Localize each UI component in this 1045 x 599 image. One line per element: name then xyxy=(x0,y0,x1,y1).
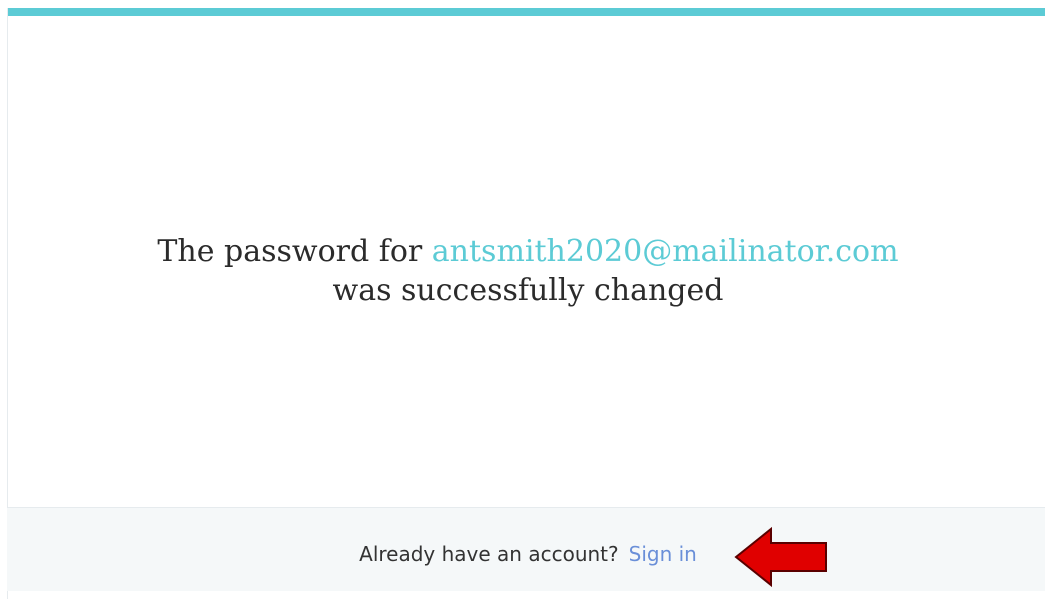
accent-bar xyxy=(8,8,1045,16)
page: The password for antsmith2020@mailinator… xyxy=(0,0,1045,599)
message-line-1: The password for antsmith2020@mailinator… xyxy=(0,232,1045,271)
message-suffix: was successfully changed xyxy=(332,273,724,308)
account-prompt: Already have an account? xyxy=(359,542,619,566)
red-arrow-left-icon xyxy=(734,526,827,588)
sign-in-link[interactable]: Sign in xyxy=(629,542,697,566)
confirmation-message: The password for antsmith2020@mailinator… xyxy=(0,232,1045,310)
footer-text: Already have an account? Sign in xyxy=(0,540,1045,568)
message-prefix: The password for xyxy=(157,234,432,269)
email-address: antsmith2020@mailinator.com xyxy=(431,234,899,269)
footer-bar: Already have an account? Sign in xyxy=(7,507,1045,591)
